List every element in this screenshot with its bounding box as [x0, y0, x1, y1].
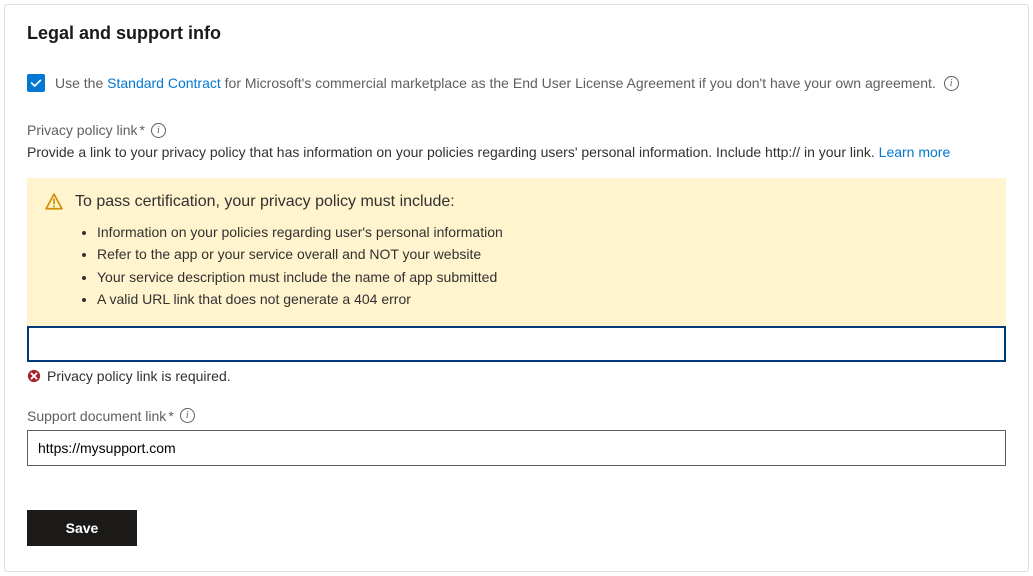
- info-icon[interactable]: i: [180, 408, 195, 423]
- warning-item: Your service description must include th…: [97, 266, 988, 288]
- save-button[interactable]: Save: [27, 510, 137, 546]
- privacy-policy-input[interactable]: [27, 326, 1006, 362]
- section-heading: Legal and support info: [27, 23, 1006, 44]
- privacy-field-group: Privacy policy link * i Provide a link t…: [27, 122, 1006, 384]
- warning-item: Refer to the app or your service overall…: [97, 243, 988, 265]
- warning-item: Information on your policies regarding u…: [97, 221, 988, 243]
- support-field-group: Support document link * i: [27, 408, 1006, 466]
- check-icon: [29, 76, 43, 90]
- info-icon[interactable]: i: [944, 76, 959, 91]
- warning-item: A valid URL link that does not generate …: [97, 288, 988, 310]
- support-document-label: Support document link * i: [27, 408, 1006, 424]
- warning-list: Information on your policies regarding u…: [97, 221, 988, 311]
- privacy-error-row: Privacy policy link is required.: [27, 368, 1006, 384]
- support-document-input[interactable]: [27, 430, 1006, 466]
- standard-contract-label: Use the Standard Contract for Microsoft'…: [55, 75, 959, 92]
- warning-title: To pass certification, your privacy poli…: [75, 193, 455, 211]
- info-icon[interactable]: i: [151, 123, 166, 138]
- standard-contract-row: Use the Standard Contract for Microsoft'…: [27, 74, 1006, 92]
- standard-contract-link[interactable]: Standard Contract: [107, 75, 221, 91]
- privacy-error-text: Privacy policy link is required.: [47, 368, 231, 384]
- privacy-policy-label: Privacy policy link * i: [27, 122, 1006, 138]
- standard-contract-checkbox[interactable]: [27, 74, 45, 92]
- error-icon: [27, 369, 41, 383]
- warning-icon: [45, 193, 63, 211]
- privacy-policy-description: Provide a link to your privacy policy th…: [27, 144, 1006, 160]
- certification-warning-box: To pass certification, your privacy poli…: [27, 178, 1006, 326]
- learn-more-link[interactable]: Learn more: [879, 144, 951, 160]
